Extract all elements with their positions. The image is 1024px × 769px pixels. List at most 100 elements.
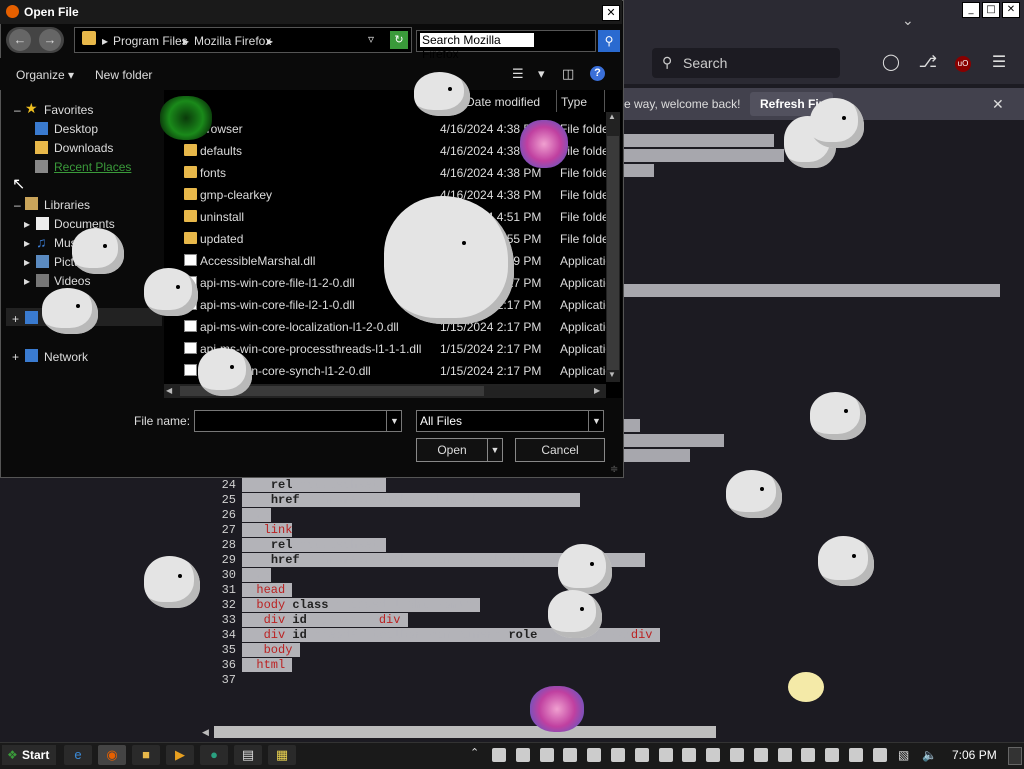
scroll-right-arrow-icon[interactable]: ▶ [594,386,600,395]
forward-arrow-icon[interactable]: → [39,29,61,51]
show-hidden-icons-icon[interactable]: ⌃ [470,746,479,759]
scroll-up-arrow-icon[interactable]: ▲ [608,112,616,121]
tab-list-chevron-icon[interactable]: ⌄ [902,12,914,29]
open-dropdown-icon[interactable]: ▼ [487,438,503,462]
sheep-tray-icon[interactable] [706,748,721,762]
expand-icon[interactable]: ▸ [24,255,30,269]
notification-close-icon[interactable]: ✕ [992,96,1004,113]
expand-icon[interactable]: ▸ [24,236,30,250]
maximize-icon[interactable]: □ [982,2,1000,18]
sheep-tray-icon[interactable] [539,748,554,762]
firefox-search-box[interactable]: ⚲ Search [652,48,840,78]
breadcrumb-chevron-icon[interactable]: ▸ [183,34,189,48]
resize-grip-icon[interactable]: ≑ [610,464,618,475]
code-token: ="chrome://global/skin/aboutReader.css" [299,493,581,507]
file-row[interactable]: gmp-clearkey4/16/2024 4:38 PMFile folder [182,185,606,207]
nav-favorites[interactable]: Favorites [44,103,93,117]
expand-icon[interactable]: ▸ [24,217,30,231]
ublock-icon[interactable]: uO [955,56,971,72]
file-name-dropdown-icon[interactable]: ▼ [386,411,402,431]
column-type[interactable]: Type [561,95,587,109]
file-type: File folder [560,188,606,202]
file-name-input[interactable] [194,410,402,432]
collapse-icon[interactable]: – [14,198,21,212]
expand-icon[interactable]: + [12,350,19,364]
start-button[interactable]: ❖ Start [2,745,56,765]
dialog-search-input[interactable]: Search Mozilla Firefox [420,33,534,61]
media-player-icon[interactable]: ▶ [166,745,194,765]
scroll-left-arrow-icon[interactable]: ◀ [166,386,172,395]
sheep-tray-icon[interactable] [611,748,625,762]
new-folder-button[interactable]: New folder [95,68,152,82]
column-separator[interactable] [604,90,605,112]
sticky-notes-icon[interactable]: ▦ [268,745,296,765]
sheep-tray-icon[interactable] [587,748,602,762]
internet-explorer-icon[interactable]: e [64,745,92,765]
sheep-tray-icon[interactable] [682,748,697,762]
organize-button[interactable]: Organize ▾ [16,68,74,82]
address-dropdown-icon[interactable]: ▿ [368,32,374,46]
close-icon[interactable]: ✕ [1002,2,1020,18]
nav-network[interactable]: Network [44,350,88,364]
view-list-icon[interactable]: ☰ [512,66,524,82]
selection-fragment [624,164,654,177]
horizontal-scroll-thumb[interactable] [214,726,716,738]
cancel-button[interactable]: Cancel [515,438,605,462]
sheep-tray-icon[interactable] [801,748,816,762]
sheep-tray-icon[interactable] [515,748,530,762]
sheep-tray-icon[interactable] [849,748,863,762]
column-date-modified[interactable]: Date modified [466,95,540,109]
clock[interactable]: 7:06 PM [952,748,997,762]
browser-icon[interactable]: ● [200,745,228,765]
back-arrow-icon[interactable]: ← [9,29,31,51]
sheep-tray-icon[interactable] [658,748,673,762]
sheep-tray-icon[interactable] [634,748,649,762]
sheep-tray-icon[interactable] [777,748,792,762]
extensions-icon[interactable]: ⎇ [917,52,939,74]
green-glitch-icon [160,96,212,140]
code-line: href="chrome://global/skin/aboutReader.c… [242,493,660,508]
explorer-icon[interactable]: ■ [132,745,160,765]
sheep-tray-icon[interactable] [563,748,578,762]
help-icon[interactable]: ? [590,66,605,81]
file-row[interactable]: api-ms-win-core-localization-l1-2-0.dll 1… [182,317,606,339]
breadcrumb-chevron-icon[interactable]: ▸ [102,34,108,48]
refresh-icon[interactable]: ↻ [390,31,408,49]
breadcrumb-mozilla-firefox[interactable]: Mozilla Firefox [194,34,271,48]
notepad-icon[interactable]: ▤ [234,745,262,765]
breadcrumb-chevron-icon[interactable]: ▸ [267,34,273,48]
sheep-tray-icon[interactable] [492,748,506,762]
nav-libraries[interactable]: Libraries [44,198,90,212]
nav-desktop[interactable]: Desktop [54,122,98,136]
preview-pane-icon[interactable]: ◫ [562,66,574,82]
menu-icon[interactable]: ☰ [988,52,1010,74]
vertical-scroll-thumb[interactable] [607,136,619,370]
sheep-tray-icon[interactable] [825,748,840,762]
minimize-icon[interactable]: _ [962,2,980,18]
dialog-titlebar[interactable] [0,0,622,24]
expand-icon[interactable]: + [12,312,19,326]
volume-muted-icon[interactable]: 🔈 [922,748,937,762]
sheep-tray-icon[interactable] [872,748,887,762]
scroll-left-arrow-icon[interactable]: ◀ [202,727,209,738]
column-separator[interactable] [556,90,557,112]
nav-recent-places[interactable]: Recent Places [54,160,131,174]
view-options-chevron-icon[interactable]: ▾ [538,66,545,82]
nav-downloads[interactable]: Downloads [54,141,113,155]
pocket-icon[interactable]: ◯ [880,52,902,74]
show-desktop-button[interactable] [1008,747,1022,765]
open-button[interactable]: Open [416,438,488,462]
sheep-mascot-icon [414,72,470,116]
file-type-dropdown-icon[interactable]: ▼ [588,411,604,431]
sheep-tray-icon[interactable] [753,748,768,762]
network-tray-icon[interactable]: ▧ [898,748,909,762]
scroll-down-arrow-icon[interactable]: ▼ [608,370,616,379]
expand-icon[interactable]: ▸ [24,274,30,288]
nav-videos[interactable]: Videos [54,274,90,288]
sheep-tray-icon[interactable] [730,748,744,762]
search-icon[interactable]: ⚲ [598,30,620,52]
dialog-close-button[interactable]: ✕ [602,5,620,21]
collapse-icon[interactable]: – [14,103,21,117]
breadcrumb-program-files[interactable]: Program Files [113,34,188,48]
firefox-taskbar-icon[interactable]: ◉ [98,745,126,765]
